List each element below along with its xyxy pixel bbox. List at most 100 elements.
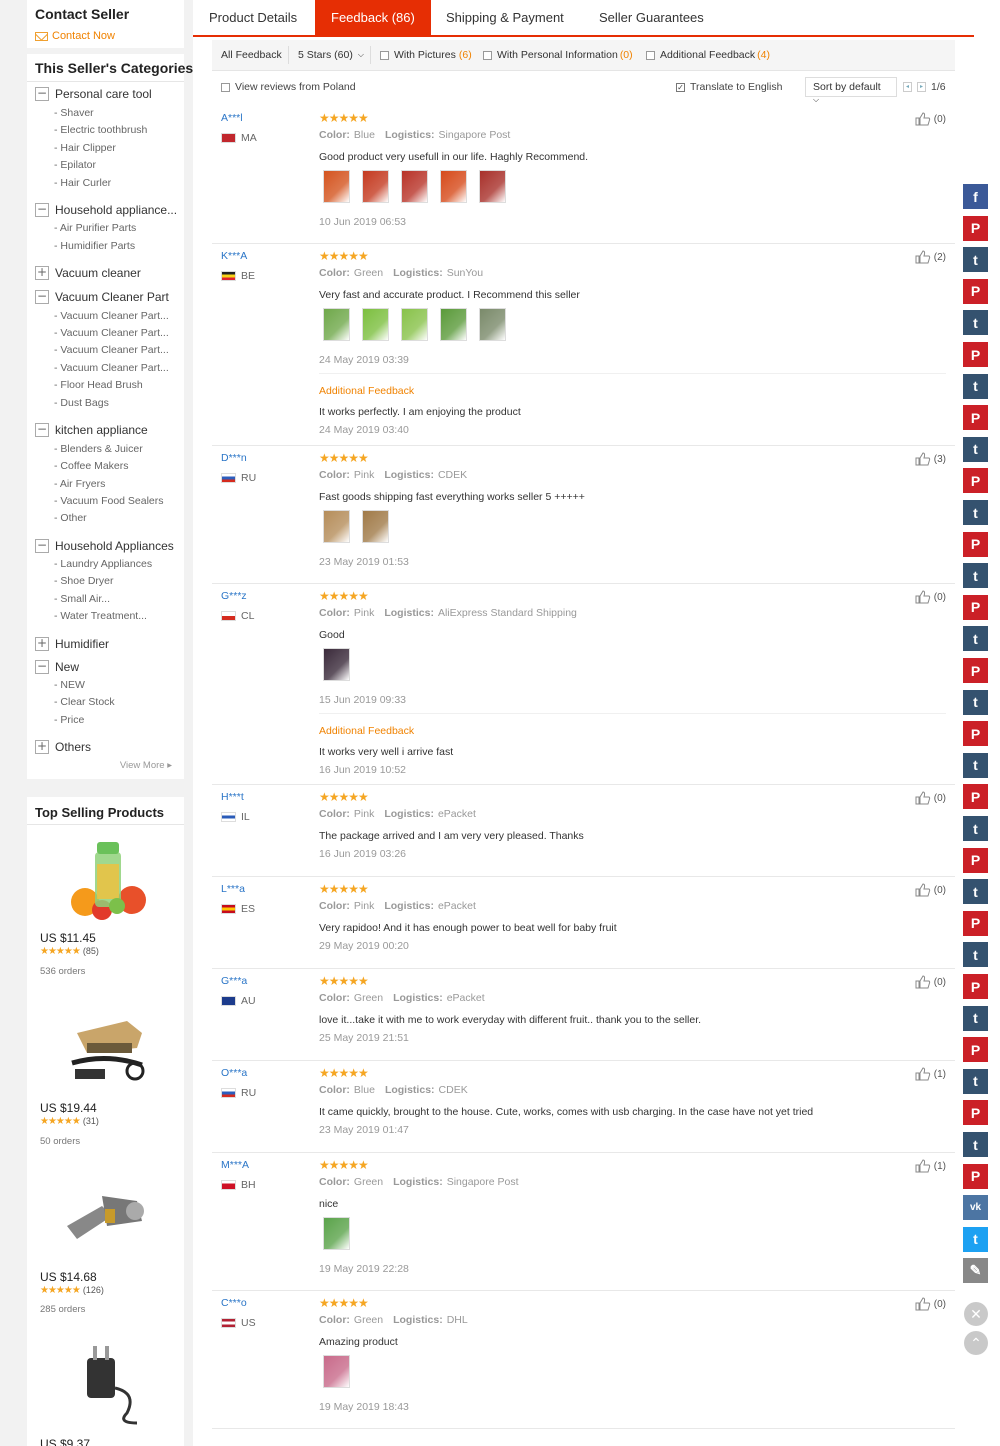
collapse-icon[interactable]: − <box>35 539 49 553</box>
pinterest-share-icon[interactable]: P <box>963 468 988 494</box>
close-share-icon[interactable]: ✕ <box>964 1302 988 1326</box>
subcategory-item[interactable]: - Vacuum Cleaner Part... <box>54 344 179 356</box>
subcategory-item[interactable]: - Hair Clipper <box>54 142 179 154</box>
category-vacuum-cleaner-part[interactable]: − Vacuum Cleaner Part <box>35 290 169 304</box>
collapse-icon[interactable]: − <box>35 203 49 217</box>
category-others[interactable]: + Others <box>35 740 91 754</box>
next-page-button[interactable]: ▸ <box>917 82 926 92</box>
review-photo-thumbnail[interactable] <box>362 510 389 543</box>
helpful-button[interactable]: (0) <box>915 883 946 897</box>
subcategory-item[interactable]: - Water Treatment... <box>54 610 179 622</box>
subcategory-item[interactable]: - Dust Bags <box>54 397 179 409</box>
tumblr-share-icon[interactable]: t <box>963 247 988 273</box>
pinterest-share-icon[interactable]: P <box>963 342 988 367</box>
pinterest-share-icon[interactable]: P <box>963 784 988 810</box>
collapse-icon[interactable]: − <box>35 87 49 101</box>
filter-all-feedback[interactable]: All Feedback <box>221 49 282 61</box>
subcategory-item[interactable]: - Blenders & Juicer <box>54 443 179 455</box>
tumblr-share-icon[interactable]: t <box>963 752 988 778</box>
tab-product-details[interactable]: Product Details <box>193 0 313 35</box>
helpful-button[interactable]: (0) <box>915 791 946 805</box>
category-personal-care-tool[interactable]: − Personal care tool <box>35 87 152 101</box>
tumblr-share-icon[interactable]: t <box>963 500 988 525</box>
reviewer-name[interactable]: A***l <box>221 112 243 124</box>
subcategory-item[interactable]: - Epilator <box>54 159 179 171</box>
reviewer-name[interactable]: L***a <box>221 883 245 895</box>
expand-icon[interactable]: + <box>35 740 49 754</box>
reviewer-name[interactable]: C***o <box>221 1297 247 1309</box>
reviewer-name[interactable]: K***A <box>221 250 247 262</box>
pinterest-share-icon[interactable]: P <box>963 278 988 304</box>
tumblr-share-icon[interactable]: t <box>963 942 988 968</box>
filter-with-pictures[interactable]: With Pictures (6) <box>380 49 472 61</box>
edit-share-icon[interactable]: ✎ <box>963 1258 988 1284</box>
review-photo-thumbnail[interactable] <box>440 308 467 341</box>
tumblr-share-icon[interactable]: t <box>963 310 988 336</box>
filter-additional-feedback[interactable]: Additional Feedback (4) <box>646 49 770 61</box>
tab-shipping-payment[interactable]: Shipping & Payment <box>430 0 580 35</box>
subcategory-item[interactable]: - Electric toothbrush <box>54 124 179 136</box>
review-photo-thumbnail[interactable] <box>362 170 389 203</box>
helpful-button[interactable]: (3) <box>915 452 946 466</box>
category-kitchen-appliance[interactable]: − kitchen appliance <box>35 423 148 437</box>
reviewer-name[interactable]: O***a <box>221 1067 247 1079</box>
review-photo-thumbnail[interactable] <box>440 170 467 203</box>
subcategory-item[interactable]: - Floor Head Brush <box>54 379 179 391</box>
tumblr-share-icon[interactable]: t <box>963 1068 988 1094</box>
reviewer-name[interactable]: H***t <box>221 791 244 803</box>
subcategory-item[interactable]: - Small Air... <box>54 593 179 605</box>
subcategory-item[interactable]: - Hair Curler <box>54 177 179 189</box>
review-photo-thumbnail[interactable] <box>401 308 428 341</box>
product-image-vacuum-part[interactable] <box>57 1171 157 1261</box>
review-photo-thumbnail[interactable] <box>479 170 506 203</box>
twitter-share-icon[interactable]: t <box>963 1226 988 1252</box>
subcategory-item[interactable]: - Laundry Appliances <box>54 558 179 570</box>
pinterest-share-icon[interactable]: P <box>963 531 988 557</box>
reviewer-name[interactable]: M***A <box>221 1159 249 1171</box>
reviewer-name[interactable]: G***z <box>221 590 247 602</box>
tumblr-share-icon[interactable]: t <box>963 816 988 841</box>
tumblr-share-icon[interactable]: t <box>963 626 988 652</box>
checkbox[interactable] <box>380 50 389 60</box>
sort-dropdown[interactable]: Sort by default ⌵ <box>805 77 897 104</box>
prev-page-button[interactable]: ◂ <box>903 82 912 92</box>
pinterest-share-icon[interactable]: P <box>963 405 988 431</box>
review-photo-thumbnail[interactable] <box>323 510 350 543</box>
subcategory-item[interactable]: - Vacuum Cleaner Part... <box>54 362 179 374</box>
helpful-button[interactable]: (1) <box>915 1159 946 1173</box>
helpful-button[interactable]: (2) <box>915 250 946 264</box>
pinterest-share-icon[interactable]: P <box>963 974 988 999</box>
expand-icon[interactable]: + <box>35 266 49 280</box>
contact-now-link[interactable]: Contact Now <box>35 30 115 42</box>
subcategory-item[interactable]: - Shoe Dryer <box>54 575 179 587</box>
review-photo-thumbnail[interactable] <box>323 170 350 203</box>
checkbox[interactable] <box>221 82 230 92</box>
subcategory-item[interactable]: - Coffee Makers <box>54 460 179 472</box>
helpful-button[interactable]: (0) <box>915 590 946 604</box>
tumblr-share-icon[interactable]: t <box>963 1132 988 1157</box>
vk-share-icon[interactable]: vk <box>963 1195 988 1221</box>
facebook-share-icon[interactable]: f <box>963 184 988 209</box>
subcategory-item[interactable]: - Shaver <box>54 107 179 119</box>
reviewer-name[interactable]: G***a <box>221 975 247 987</box>
subcategory-item[interactable]: - Humidifier Parts <box>54 240 179 252</box>
review-photo-thumbnail[interactable] <box>323 648 350 681</box>
pinterest-share-icon[interactable]: P <box>963 847 988 873</box>
helpful-button[interactable]: (0) <box>915 1297 946 1311</box>
product-image-adapter[interactable] <box>57 1338 157 1428</box>
tumblr-share-icon[interactable]: t <box>963 689 988 715</box>
pinterest-share-icon[interactable]: P <box>963 1037 988 1063</box>
tab-seller-guarantees[interactable]: Seller Guarantees <box>583 0 720 35</box>
subcategory-item[interactable]: - Air Purifier Parts <box>54 222 179 234</box>
tab-feedback-[interactable]: Feedback (86) <box>315 0 431 35</box>
tumblr-share-icon[interactable]: t <box>963 879 988 905</box>
category-humidifier[interactable]: + Humidifier <box>35 637 109 651</box>
tumblr-share-icon[interactable]: t <box>963 436 988 462</box>
review-photo-thumbnail[interactable] <box>401 170 428 203</box>
subcategory-item[interactable]: - Clear Stock <box>54 696 179 708</box>
review-photo-thumbnail[interactable] <box>323 1355 350 1388</box>
helpful-button[interactable]: (1) <box>915 1067 946 1081</box>
view-more-link[interactable]: View More ▸ <box>120 760 172 771</box>
filter-personal-info[interactable]: With Personal Information (0) <box>483 49 633 61</box>
subcategory-item[interactable]: - Vacuum Cleaner Part... <box>54 327 179 339</box>
